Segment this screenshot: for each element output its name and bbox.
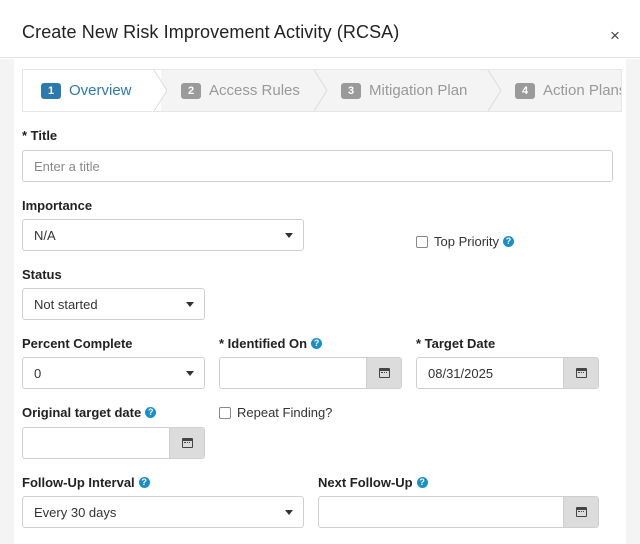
modal-body-gutter-left bbox=[0, 59, 14, 544]
title-label: * Title bbox=[22, 128, 57, 143]
question-circle-icon[interactable]: ? bbox=[503, 236, 515, 247]
modal-title: Create New Risk Improvement Activity (RC… bbox=[22, 22, 400, 42]
repeat-finding-label: Repeat Finding? bbox=[237, 405, 333, 420]
next-follow-up-date-picker bbox=[318, 496, 599, 528]
title-label-text: * Title bbox=[22, 128, 58, 143]
importance-label: Importance bbox=[22, 198, 92, 213]
importance-label-text: Importance bbox=[22, 198, 93, 213]
caret-down-icon bbox=[285, 233, 293, 238]
wizard-step-mitigation-plan[interactable]: 3 Mitigation Plan bbox=[341, 70, 467, 111]
calendar-icon bbox=[575, 507, 587, 517]
percent-complete-label-text: Percent Complete bbox=[22, 336, 133, 351]
follow-up-interval-label-text: Follow-Up Interval bbox=[22, 475, 135, 490]
step-number-badge: 3 bbox=[341, 82, 361, 99]
importance-select-value: N/A bbox=[34, 227, 56, 243]
step-number-badge: 2 bbox=[181, 82, 201, 99]
step-separator-icon bbox=[487, 70, 501, 111]
status-label: Status bbox=[22, 267, 62, 282]
step-separator-icon bbox=[313, 70, 327, 111]
next-follow-up-calendar-button[interactable] bbox=[563, 497, 598, 527]
question-circle-icon[interactable]: ? bbox=[138, 477, 150, 488]
caret-down-icon bbox=[186, 371, 194, 376]
step-number-badge: 1 bbox=[41, 82, 61, 99]
calendar-icon bbox=[378, 368, 390, 378]
modal-body-gutter-right bbox=[626, 59, 640, 544]
question-circle-icon[interactable]: ? bbox=[145, 407, 157, 418]
step-number-badge: 4 bbox=[515, 82, 535, 99]
wizard-step-access-rules[interactable]: 2 Access Rules bbox=[181, 70, 300, 111]
caret-down-icon bbox=[285, 510, 293, 515]
status-select[interactable]: Not started bbox=[22, 288, 205, 320]
wizard-steps: 1 Overview 2 Access Rules 3 Mitigation P… bbox=[22, 69, 622, 112]
step-label: Action Plans bbox=[543, 82, 622, 99]
importance-select[interactable]: N/A bbox=[22, 219, 304, 251]
repeat-finding-checkbox[interactable]: Repeat Finding? bbox=[219, 405, 332, 420]
step-separator-icon bbox=[153, 70, 167, 111]
target-date-calendar-button[interactable] bbox=[563, 358, 598, 388]
modal-header: Create New Risk Improvement Activity (RC… bbox=[0, 0, 640, 58]
target-date-label: * Target Date bbox=[416, 336, 495, 351]
calendar-icon bbox=[181, 438, 193, 448]
status-label-text: Status bbox=[22, 267, 62, 282]
identified-on-label-text: * Identified On bbox=[219, 336, 308, 351]
identified-on-date-picker bbox=[219, 357, 402, 389]
percent-complete-value: 0 bbox=[34, 365, 42, 381]
calendar-icon bbox=[575, 368, 587, 378]
question-circle-icon[interactable]: ? bbox=[311, 338, 323, 349]
follow-up-interval-label: Follow-Up Interval ? bbox=[22, 475, 150, 490]
question-circle-icon[interactable]: ? bbox=[416, 477, 428, 488]
wizard-step-overview[interactable]: 1 Overview bbox=[23, 70, 161, 111]
original-target-date-label: Original target date ? bbox=[22, 405, 157, 420]
step-label: Mitigation Plan bbox=[369, 82, 468, 99]
checkbox-box[interactable] bbox=[219, 406, 231, 419]
caret-down-icon bbox=[186, 302, 194, 307]
status-select-value: Not started bbox=[34, 296, 98, 312]
target-date-picker bbox=[416, 357, 599, 389]
checkbox-box[interactable] bbox=[416, 235, 428, 248]
next-follow-up-label: Next Follow-Up ? bbox=[318, 475, 428, 490]
next-follow-up-label-text: Next Follow-Up bbox=[318, 475, 413, 490]
identified-on-label: * Identified On ? bbox=[219, 336, 323, 351]
close-button[interactable]: × bbox=[610, 27, 620, 44]
next-follow-up-input[interactable] bbox=[319, 497, 565, 527]
target-date-label-text: * Target Date bbox=[416, 336, 496, 351]
wizard-step-action-plans[interactable]: 4 Action Plans bbox=[515, 70, 622, 111]
original-target-date-label-text: Original target date bbox=[22, 405, 142, 420]
follow-up-interval-select[interactable]: Every 30 days bbox=[22, 496, 304, 528]
identified-on-calendar-button[interactable] bbox=[366, 358, 401, 388]
target-date-input[interactable] bbox=[417, 358, 565, 388]
percent-complete-select[interactable]: 0 bbox=[22, 357, 205, 389]
original-target-date-calendar-button[interactable] bbox=[169, 428, 204, 458]
title-input[interactable] bbox=[22, 150, 613, 182]
step-label: Overview bbox=[69, 82, 132, 99]
step-label: Access Rules bbox=[209, 82, 300, 99]
identified-on-input[interactable] bbox=[220, 358, 368, 388]
follow-up-interval-value: Every 30 days bbox=[34, 504, 117, 520]
top-priority-checkbox[interactable]: Top Priority ? bbox=[416, 234, 515, 249]
top-priority-label: Top Priority bbox=[434, 234, 500, 249]
original-target-date-picker bbox=[22, 427, 205, 459]
percent-complete-label: Percent Complete bbox=[22, 336, 133, 351]
original-target-date-input[interactable] bbox=[23, 428, 171, 458]
